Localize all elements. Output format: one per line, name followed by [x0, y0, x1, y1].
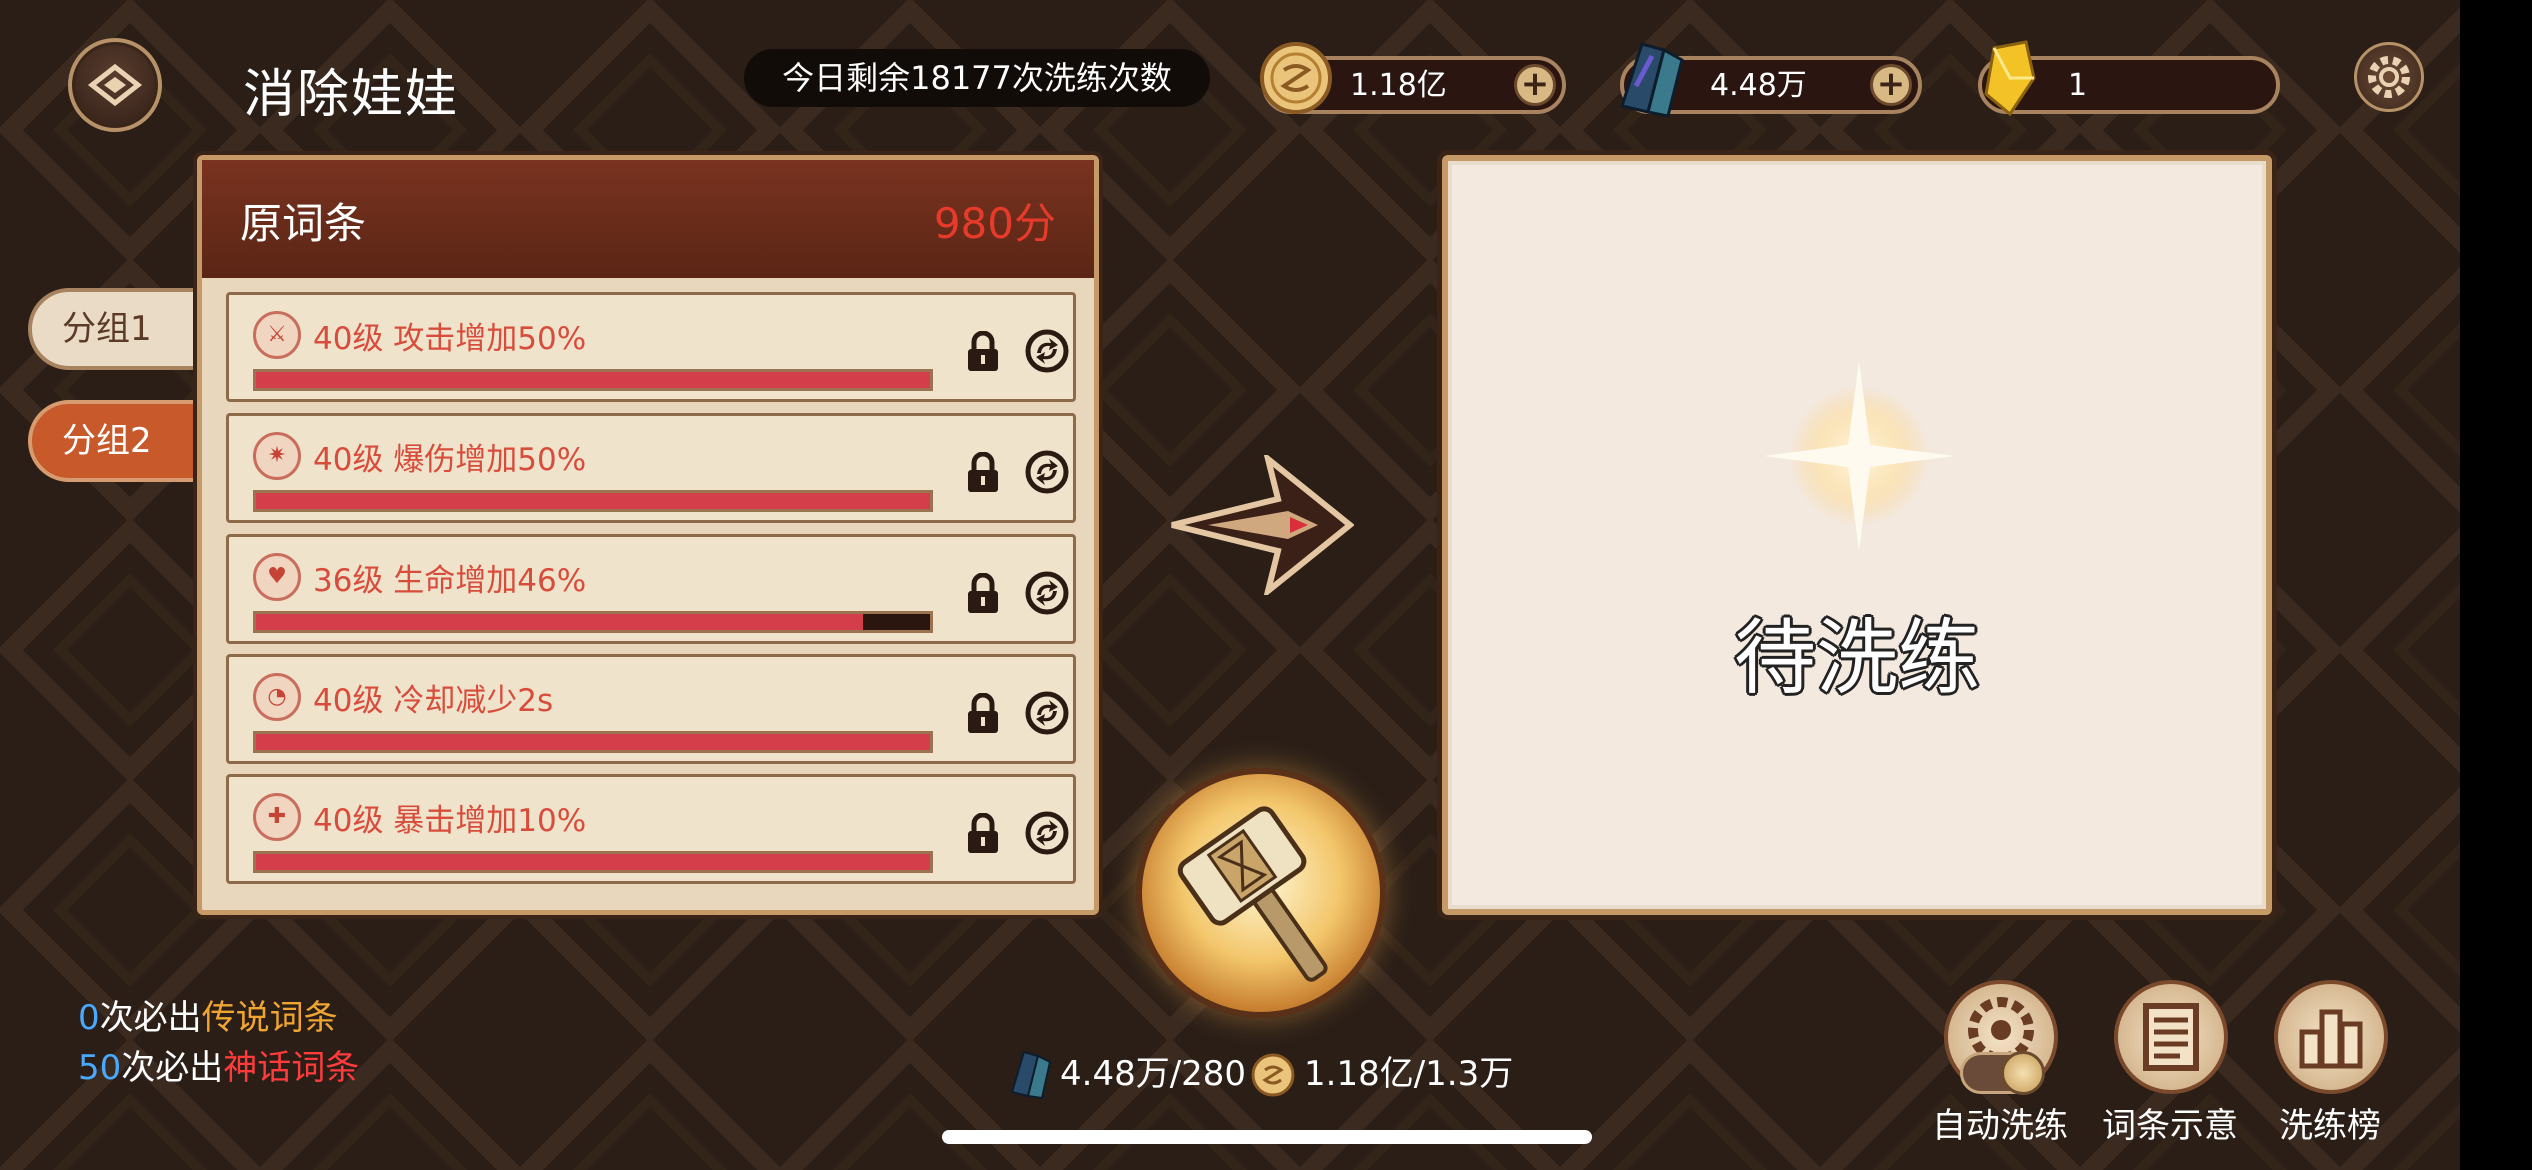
gem-amount: 1 [2068, 68, 2088, 103]
entry-progress-bar [253, 731, 933, 753]
gold-coin-icon [1260, 42, 1332, 114]
refine-count-label: 今日剩余18177次洗练次数 [744, 49, 1210, 107]
entry-row: ♥ 36级 生命增加46% [226, 534, 1076, 644]
crystal-cost-icon [1010, 1050, 1052, 1100]
swap-icon[interactable] [1025, 450, 1069, 494]
hammer-icon [1177, 806, 1328, 982]
pending-refine-label: 待洗练 [1733, 611, 1980, 706]
settings-button[interactable] [2354, 42, 2424, 112]
myth-pity-text: 50次必出神话词条 [78, 1040, 359, 1089]
entry-progress-bar [253, 490, 933, 512]
entry-row: ⚔ 40级 攻击增加50% [226, 292, 1076, 402]
panel-header: 原词条 980分 [202, 160, 1094, 278]
auto-refine-toggle[interactable] [1960, 1051, 2045, 1095]
lock-icon[interactable] [965, 331, 1001, 373]
entry-progress-fill [256, 734, 930, 750]
back-button[interactable] [68, 38, 162, 132]
entry-text: 40级 爆伤增加50% [313, 442, 587, 478]
back-icon [87, 63, 143, 107]
entry-text: 40级 攻击增加50% [313, 321, 587, 357]
auto-refine-label: 自动洗练 [1932, 1106, 2068, 1146]
entry-preview-button[interactable] [2114, 980, 2228, 1094]
crit-icon: ✚ [253, 793, 301, 841]
gold-gem-icon [1984, 40, 2036, 117]
crystal-icon [1620, 42, 1684, 118]
sword-icon: ⚔ [253, 311, 301, 359]
entry-row: ✚ 40级 暴击增加10% [226, 774, 1076, 884]
entry-row: ◔ 40级 冷却减少2s [226, 654, 1076, 764]
lock-icon[interactable] [965, 573, 1001, 615]
legend-pity-mid: 次必出 [99, 998, 202, 1038]
entry-preview-label: 词条示意 [2102, 1106, 2238, 1146]
page-title: 消除娃娃 [243, 65, 460, 125]
cooldown-icon: ◔ [253, 673, 301, 721]
entry-text: 40级 冷却减少2s [313, 683, 554, 719]
entry-progress-fill [256, 614, 863, 630]
crystal-amount: 4.48万 [1710, 68, 1807, 103]
legend-pity-count: 0 [78, 998, 100, 1038]
panel-title: 原词条 [240, 199, 367, 248]
gear-icon [2368, 56, 2410, 98]
entry-progress-bar [253, 369, 933, 391]
burst-icon: ✷ [253, 432, 301, 480]
myth-pity-mid: 次必出 [121, 1048, 224, 1088]
screen-edge [2460, 0, 2532, 1170]
entry-progress-fill [256, 372, 930, 388]
tab-group1[interactable]: 分组1 [28, 288, 203, 370]
myth-pity-count: 50 [78, 1048, 122, 1088]
original-entries-panel: 原词条 980分 ⚔ 40级 攻击增加50% ✷ 40级 爆伤增加50% ♥ 36级 生命… [197, 155, 1099, 915]
legend-entry-name: 传说词条 [201, 998, 338, 1038]
entry-text: 36级 生命增加46% [313, 563, 587, 599]
swap-icon[interactable] [1025, 811, 1069, 855]
refine-hammer-button[interactable] [1136, 768, 1386, 1018]
gold-cost-icon [1251, 1053, 1295, 1097]
toggle-knob [2001, 1051, 2045, 1095]
entry-text: 40级 暴击增加10% [313, 803, 587, 839]
lock-icon[interactable] [965, 693, 1001, 735]
arrow-right-icon [1171, 455, 1354, 595]
entry-progress-fill [256, 854, 930, 870]
lock-icon[interactable] [965, 452, 1001, 494]
gold-cost: 1.18亿/1.3万 [1304, 1054, 1514, 1094]
entry-progress-fill [256, 493, 930, 509]
tab-group2[interactable]: 分组2 [28, 400, 203, 482]
result-panel: 待洗练 [1442, 155, 2272, 915]
lock-icon[interactable] [965, 813, 1001, 855]
gold-amount: 1.18亿 [1350, 68, 1447, 103]
podium-icon [2299, 1009, 2363, 1069]
document-icon [2143, 1003, 2199, 1071]
ranking-label: 洗练榜 [2279, 1106, 2381, 1146]
swap-icon[interactable] [1025, 571, 1069, 615]
swap-icon[interactable] [1025, 329, 1069, 373]
crystal-cost: 4.48万/280 [1060, 1054, 1247, 1094]
legend-pity-text: 0次必出传说词条 [78, 990, 338, 1039]
score-label: 980分 [933, 199, 1056, 248]
add-gold-button[interactable]: + [1514, 64, 1556, 106]
heart-icon: ♥ [253, 553, 301, 601]
add-crystal-button[interactable]: + [1870, 64, 1912, 106]
myth-entry-name: 神话词条 [223, 1048, 360, 1088]
ranking-button[interactable] [2274, 980, 2388, 1094]
entry-progress-bar [253, 611, 933, 633]
home-indicator [942, 1130, 1592, 1144]
entry-progress-bar [253, 851, 933, 873]
sparkle-icon [1764, 361, 1954, 551]
entry-row: ✷ 40级 爆伤增加50% [226, 413, 1076, 523]
swap-icon[interactable] [1025, 691, 1069, 735]
